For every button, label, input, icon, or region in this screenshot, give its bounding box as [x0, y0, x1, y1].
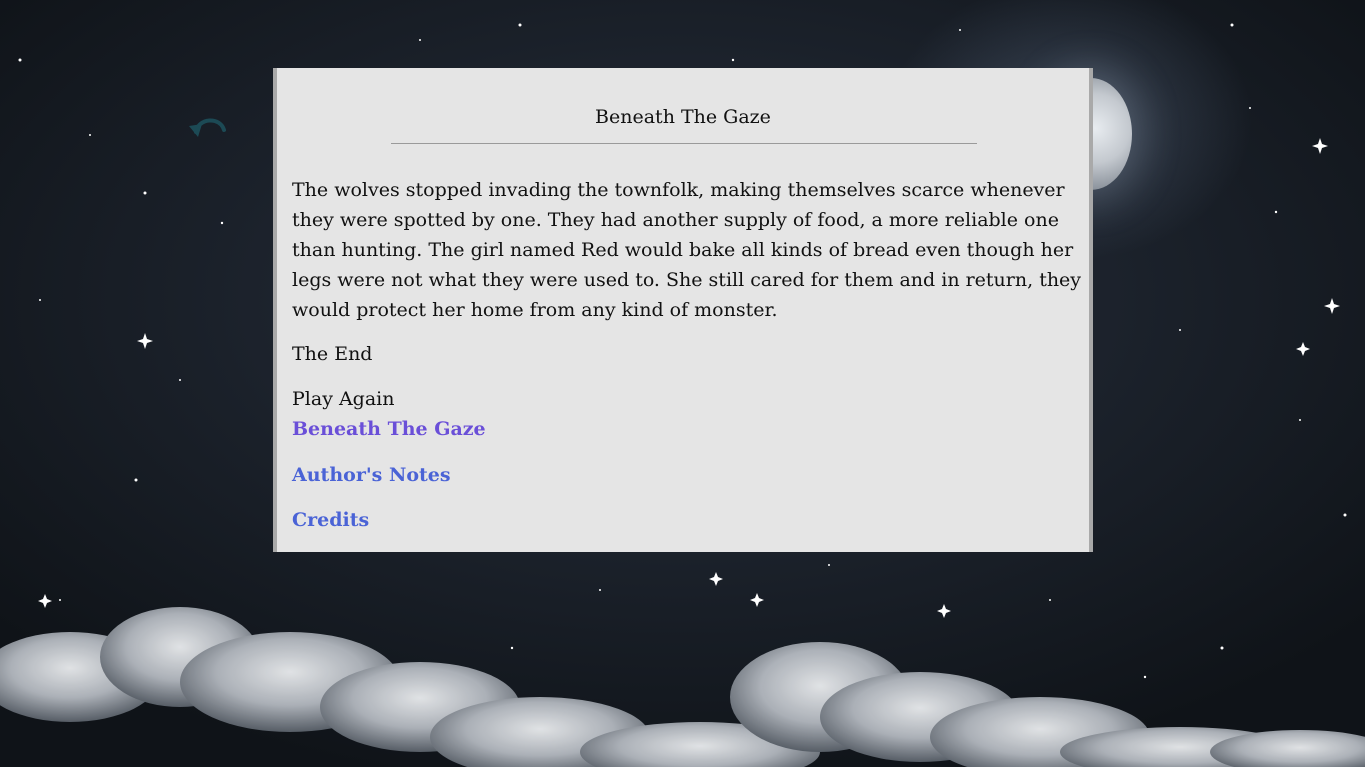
story-panel: Beneath The Gaze The wolves stopped inva… — [273, 68, 1093, 552]
play-again-label: Play Again — [292, 388, 395, 410]
restart-story-link[interactable]: Beneath The Gaze — [292, 418, 486, 440]
credits-link[interactable]: Credits — [292, 509, 369, 531]
story-paragraph: The wolves stopped invading the townfolk… — [292, 179, 1082, 321]
undo-arrow-icon[interactable] — [186, 112, 230, 144]
page-title: Beneath The Gaze — [595, 106, 771, 128]
clouds-background — [0, 607, 1365, 767]
authors-notes-link[interactable]: Author's Notes — [292, 464, 451, 486]
title-divider — [391, 143, 977, 144]
ending-text: The End — [292, 343, 373, 365]
